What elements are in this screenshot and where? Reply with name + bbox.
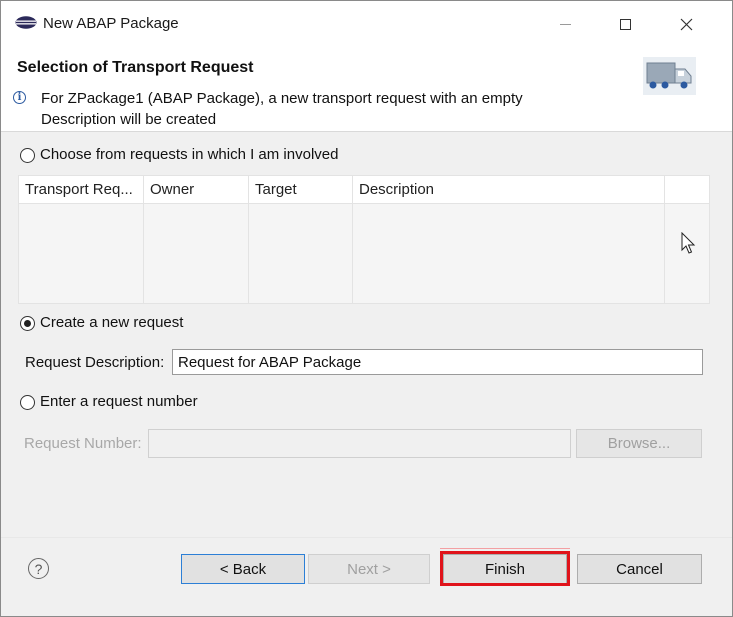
column-header-transport-request[interactable]: Transport Req... <box>25 181 133 198</box>
request-description-input[interactable]: Request for ABAP Package <box>172 349 703 375</box>
back-button[interactable]: < Back <box>181 554 305 584</box>
minimize-button[interactable] <box>542 9 588 39</box>
request-description-label: Request Description: <box>25 354 165 371</box>
choose-from-requests-radio[interactable] <box>20 148 35 163</box>
info-message: For ZPackage1 (ABAP Package), a new tran… <box>41 90 523 128</box>
transport-requests-table[interactable]: Transport Req... Owner Target Descriptio… <box>18 175 710 304</box>
column-divider <box>352 176 353 303</box>
column-header-target[interactable]: Target <box>255 181 297 198</box>
request-number-label: Request Number: <box>24 435 142 452</box>
table-header: Transport Req... Owner Target Descriptio… <box>19 176 709 204</box>
column-divider <box>664 176 665 303</box>
column-divider <box>143 176 144 303</box>
create-new-request-label[interactable]: Create a new request <box>40 314 183 331</box>
enter-request-number-radio[interactable] <box>20 395 35 410</box>
minimize-icon <box>559 23 571 25</box>
column-header-description[interactable]: Description <box>359 181 434 198</box>
info-icon: i <box>13 91 26 104</box>
request-number-input[interactable] <box>148 429 571 458</box>
dialog-window: New ABAP Package Selection of Transport … <box>0 0 733 617</box>
create-new-request-radio[interactable] <box>20 316 35 331</box>
highlight-shadow <box>440 548 570 549</box>
maximize-icon <box>619 18 631 30</box>
mouse-cursor-icon <box>681 232 696 254</box>
footer-divider <box>1 537 732 538</box>
column-header-owner[interactable]: Owner <box>150 181 194 198</box>
choose-from-requests-label[interactable]: Choose from requests in which I am invol… <box>40 146 338 163</box>
column-divider <box>248 176 249 303</box>
enter-request-number-label[interactable]: Enter a request number <box>40 393 198 410</box>
maximize-button[interactable] <box>602 9 648 39</box>
eclipse-icon <box>15 16 37 29</box>
next-button[interactable]: Next > <box>308 554 430 584</box>
title-bar: New ABAP Package <box>1 1 732 45</box>
window-title: New ABAP Package <box>43 15 179 32</box>
close-button[interactable] <box>663 9 709 39</box>
transport-truck-icon <box>643 57 696 95</box>
close-icon <box>680 18 692 30</box>
finish-highlight-box <box>440 551 570 586</box>
wizard-header: Selection of Transport Request i For ZPa… <box>1 45 732 132</box>
cancel-button[interactable]: Cancel <box>577 554 702 584</box>
browse-button[interactable]: Browse... <box>576 429 702 458</box>
page-title: Selection of Transport Request <box>17 59 254 76</box>
help-icon[interactable]: ? <box>28 558 49 579</box>
